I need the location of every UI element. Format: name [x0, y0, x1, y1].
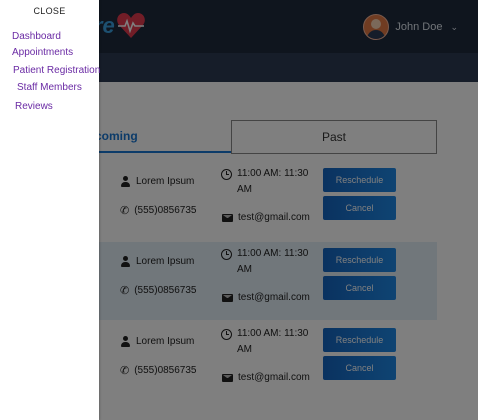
side-menu: CLOSE Dashboard Appointments Patient Reg… [0, 0, 100, 420]
sidebar-item-appointments[interactable]: Appointments [12, 47, 73, 58]
sidebar-item-staff-members[interactable]: Staff Members [17, 82, 82, 93]
sidebar-item-dashboard[interactable]: Dashboard [12, 31, 61, 42]
sidebar-item-patient-registration[interactable]: Patient Registration [13, 65, 100, 76]
close-menu-button[interactable]: CLOSE [0, 6, 99, 16]
sidebar-item-reviews[interactable]: Reviews [15, 101, 53, 112]
